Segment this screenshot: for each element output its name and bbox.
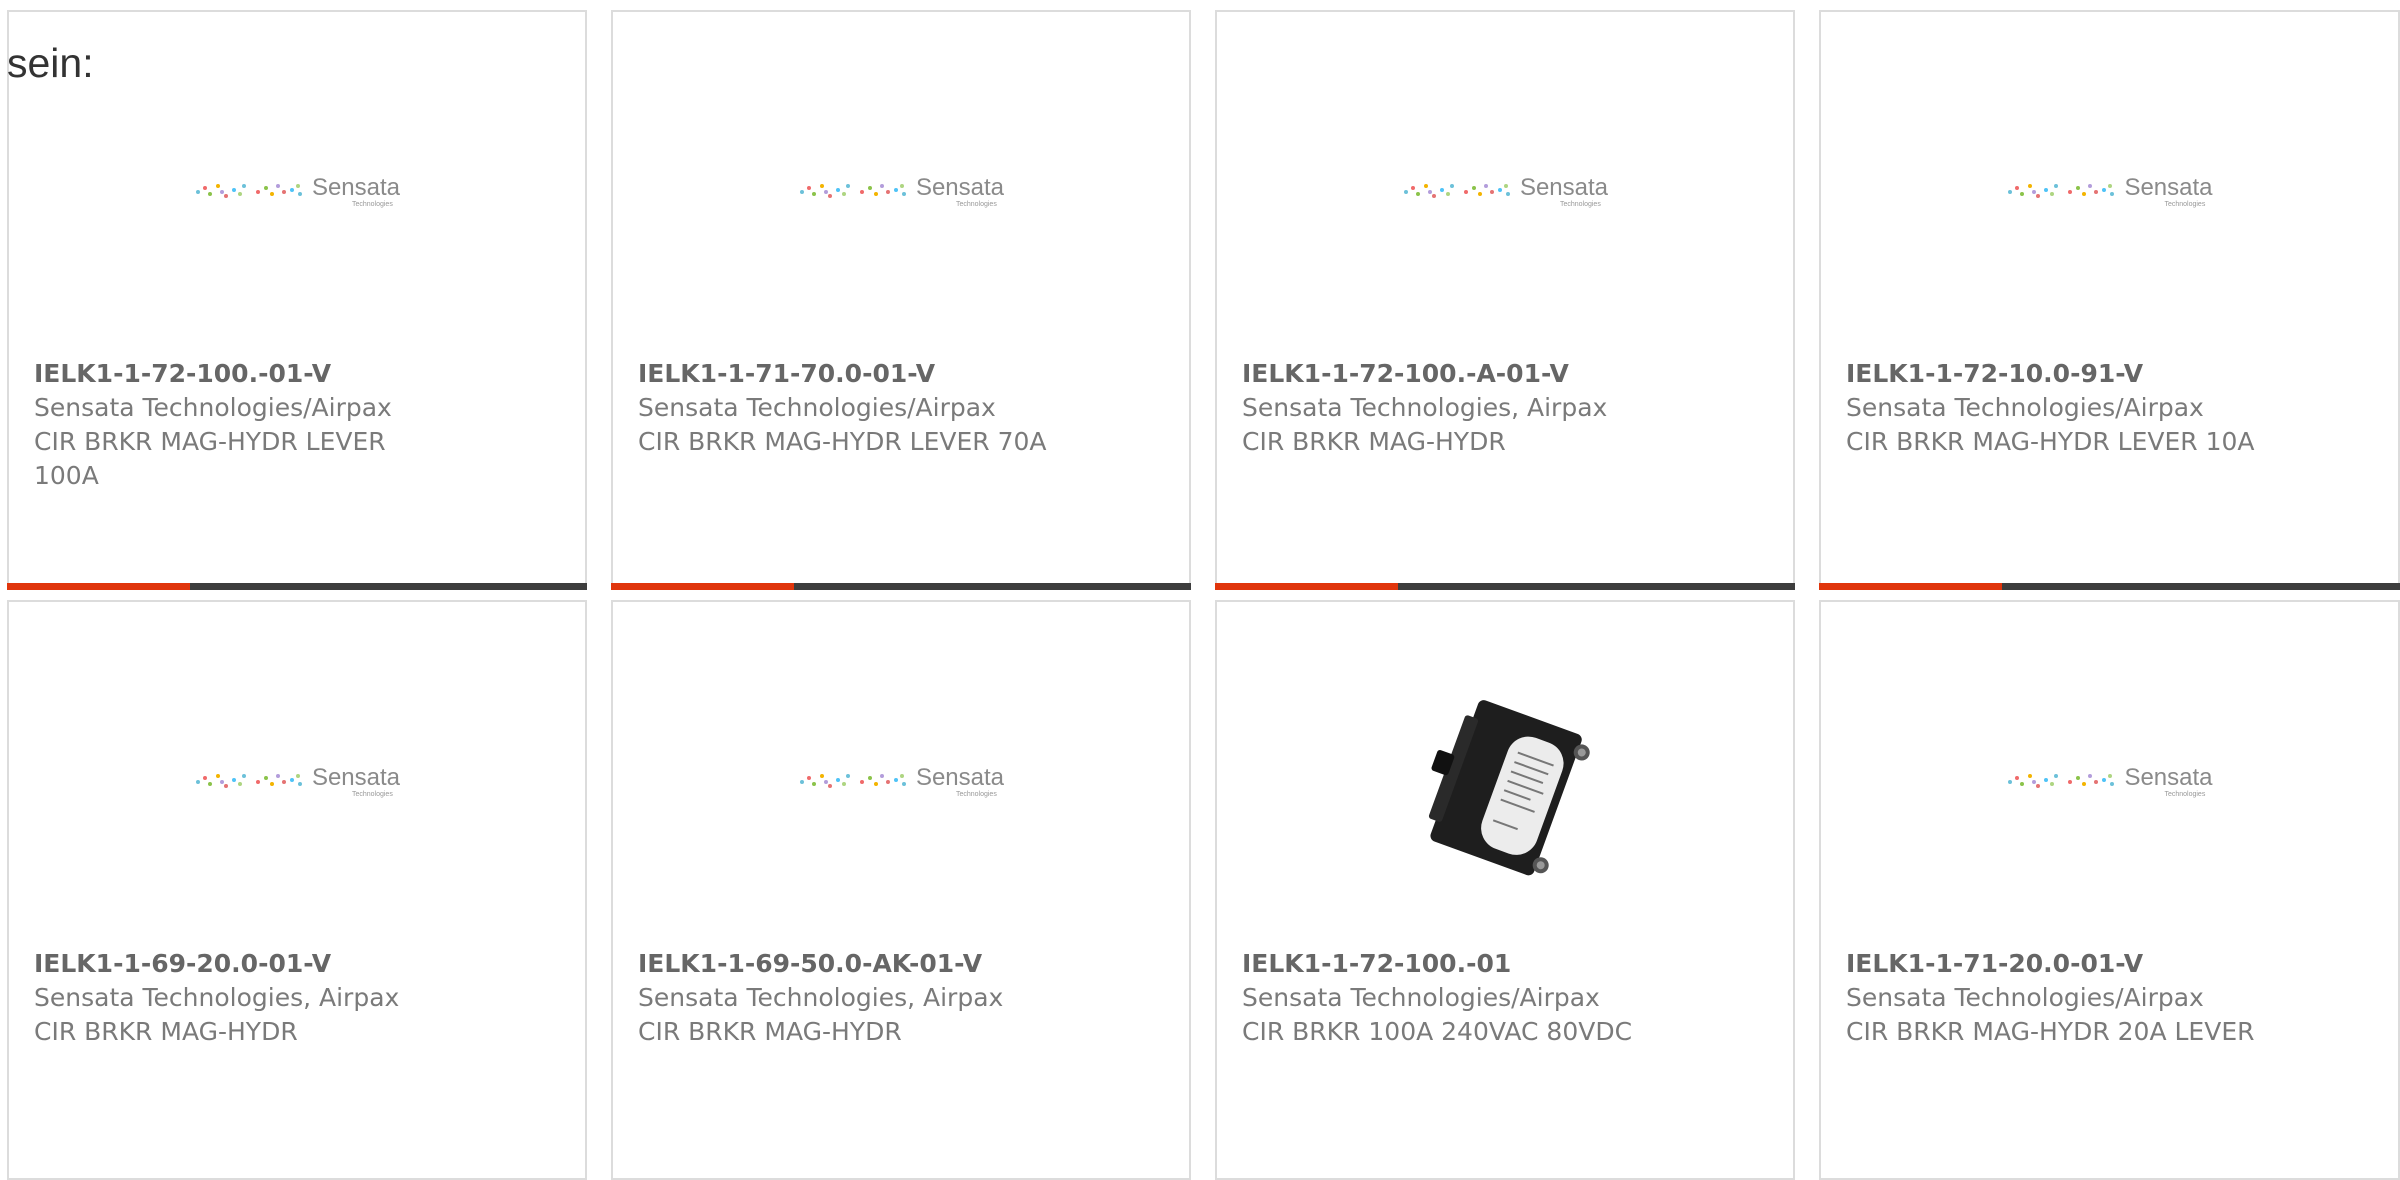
dot-pattern-icon (2006, 180, 2116, 200)
sensata-logo-icon: Sensata Technologies (798, 173, 1005, 209)
product-card[interactable]: Sensata Technologies IELK1-1-69-20.0-01-V… (7, 600, 587, 1180)
product-card[interactable]: Sensata Technologies IELK1-1-72-100.-01-V… (7, 10, 587, 590)
logo-name: Sensata (2124, 173, 2213, 201)
product-card[interactable]: Sensata Technologies IELK1-1-71-70.0-01-V… (611, 10, 1191, 590)
product-image: Sensata Technologies (613, 662, 1189, 902)
manufacturer: Sensata Technologies, Airpax (34, 983, 400, 1012)
manufacturer: Sensata Technologies/Airpax (1242, 983, 1600, 1012)
dot-pattern-icon (2006, 770, 2116, 790)
product-image: Sensata Technologies (613, 72, 1189, 312)
description: CIR BRKR MAG-HYDR (34, 1017, 298, 1046)
manufacturer: Sensata Technologies, Airpax (638, 983, 1004, 1012)
logo-sub: Technologies (351, 200, 393, 208)
logo-name: Sensata (2124, 763, 2213, 791)
description: CIR BRKR MAG-HYDR 20A LEVER (1846, 1017, 2255, 1046)
logo-name: Sensata (1519, 173, 1609, 201)
logo-name: Sensata (915, 763, 1005, 791)
card-accent (7, 583, 190, 590)
part-number[interactable]: IELK1-1-69-20.0-01-V (34, 947, 565, 981)
part-number[interactable]: IELK1-1-71-20.0-01-V (1846, 947, 2378, 981)
part-number[interactable]: IELK1-1-72-100.-01-V (34, 357, 565, 391)
logo-sub: Technologies (955, 790, 997, 798)
manufacturer: Sensata Technologies/Airpax (638, 393, 996, 422)
part-number[interactable]: IELK1-1-69-50.0-AK-01-V (638, 947, 1169, 981)
card-accent (1819, 583, 2002, 590)
intro-text: sein: (7, 40, 94, 86)
manufacturer: Sensata Technologies, Airpax (1242, 393, 1608, 422)
logo-name: Sensata (311, 763, 401, 791)
product-card[interactable]: Sensata Technologies IELK1-1-72-100.-A-01… (1215, 10, 1795, 590)
circuit-breaker-photo-icon (1428, 700, 1590, 876)
card-accent (1215, 583, 1398, 590)
product-image: Sensata Technologies (9, 662, 585, 902)
description: CIR BRKR 100A 240VAC 80VDC (1242, 1017, 1633, 1046)
product-card[interactable]: Sensata Technologies IELK1-1-71-20.0-01-V… (1819, 600, 2400, 1180)
card-bottom-bar (1819, 583, 2400, 590)
manufacturer: Sensata Technologies/Airpax (1846, 983, 2204, 1012)
description: CIR BRKR MAG-HYDR LEVER 100A (34, 427, 386, 490)
product-image: Sensata Technologies (1217, 72, 1793, 312)
part-number[interactable]: IELK1-1-72-10.0-91-V (1846, 357, 2378, 391)
product-card[interactable]: Sensata Technologies IELK1-1-69-50.0-AK-0… (611, 600, 1191, 1180)
card-bottom-bar (1215, 583, 1795, 590)
part-number[interactable]: IELK1-1-72-100.-01 (1242, 947, 1773, 981)
description: CIR BRKR MAG-HYDR (638, 1017, 902, 1046)
product-image: Sensata Technologies (1821, 72, 2398, 312)
sensata-logo-icon: Sensata Technologies (798, 763, 1005, 799)
logo-sub: Technologies (955, 200, 997, 208)
dot-pattern-icon (194, 180, 304, 200)
logo-sub: Technologies (1559, 200, 1601, 208)
part-number[interactable]: IELK1-1-72-100.-A-01-V (1242, 357, 1773, 391)
card-bottom-bar (611, 583, 1191, 590)
dot-pattern-icon (194, 770, 304, 790)
product-image (1217, 662, 1793, 902)
card-accent (611, 583, 794, 590)
part-number[interactable]: IELK1-1-71-70.0-01-V (638, 357, 1169, 391)
sensata-logo-icon: Sensata Technologies (2006, 173, 2213, 209)
logo-name: Sensata (915, 173, 1005, 201)
description: CIR BRKR MAG-HYDR LEVER 10A (1846, 427, 2255, 456)
logo-sub: Technologies (351, 790, 393, 798)
description: CIR BRKR MAG-HYDR (1242, 427, 1506, 456)
card-bottom-bar (7, 583, 587, 590)
dot-pattern-icon (1402, 180, 1512, 200)
sensata-logo-icon: Sensata Technologies (1402, 173, 1609, 209)
product-card[interactable]: Sensata Technologies IELK1-1-72-10.0-91-V… (1819, 10, 2400, 590)
logo-sub: Technologies (2164, 790, 2206, 798)
sensata-logo-icon: Sensata Technologies (2006, 763, 2213, 799)
manufacturer: Sensata Technologies/Airpax (1846, 393, 2204, 422)
description: CIR BRKR MAG-HYDR LEVER 70A (638, 427, 1047, 456)
product-image: Sensata Technologies (1821, 662, 2398, 902)
dot-pattern-icon (798, 180, 908, 200)
product-image: Sensata Technologies (9, 72, 585, 312)
sensata-logo-icon: Sensata Technologies (194, 173, 401, 209)
logo-sub: Technologies (2164, 200, 2206, 208)
manufacturer: Sensata Technologies/Airpax (34, 393, 392, 422)
dot-pattern-icon (798, 770, 908, 790)
sensata-logo-icon: Sensata Technologies (194, 763, 401, 799)
logo-name: Sensata (311, 173, 401, 201)
product-card[interactable]: IELK1-1-72-100.-01 Sensata Technologies/… (1215, 600, 1795, 1180)
